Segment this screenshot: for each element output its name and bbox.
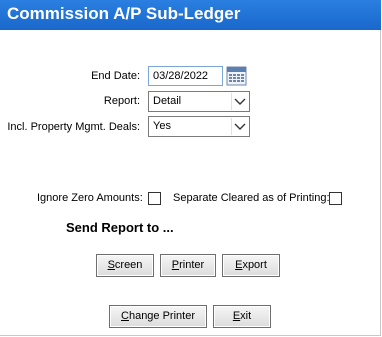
ignore-zero-checkbox[interactable]: [148, 192, 161, 205]
report-label: Report:: [103, 95, 140, 107]
change-printer-mnemonic: C: [121, 310, 129, 322]
printer-button[interactable]: Printer: [160, 254, 216, 277]
change-printer-button[interactable]: Change Printer: [109, 305, 207, 328]
change-printer-label-rest: hange Printer: [128, 310, 195, 322]
title-bar: Commission A/P Sub-Ledger: [0, 0, 381, 30]
separate-cleared-checkbox[interactable]: [329, 192, 342, 205]
report-select[interactable]: Detail: [148, 91, 250, 112]
incl-property-select-value: Yes: [153, 120, 171, 132]
chevron-down-icon: [231, 93, 248, 110]
incl-property-select[interactable]: Yes: [148, 116, 250, 137]
screen-mnemonic: S: [107, 259, 115, 271]
separate-cleared-label: Separate Cleared as of Printing:: [173, 192, 330, 204]
exit-label-rest: xit: [240, 310, 252, 322]
ignore-zero-label: Ignore Zero Amounts:: [37, 192, 143, 204]
end-date-input[interactable]: [148, 66, 223, 86]
export-button[interactable]: Export: [222, 254, 280, 277]
incl-property-label: Incl. Property Mgmt. Deals:: [7, 121, 140, 133]
exit-button[interactable]: Exit: [213, 305, 271, 328]
send-report-heading: Send Report to ...: [66, 220, 174, 235]
screen-button[interactable]: Screen: [96, 254, 154, 277]
report-select-value: Detail: [153, 95, 182, 107]
printer-label-rest: rinter: [179, 259, 205, 271]
calendar-icon[interactable]: [226, 66, 247, 86]
export-label-rest: xport: [242, 259, 267, 271]
chevron-down-icon: [231, 118, 248, 135]
end-date-label: End Date:: [91, 70, 140, 82]
window-title: Commission A/P Sub-Ledger: [7, 4, 241, 23]
commission-ap-subledger-window: Commission A/P Sub-Ledger End Date: Repo…: [0, 0, 381, 336]
screen-label-rest: creen: [114, 259, 143, 271]
